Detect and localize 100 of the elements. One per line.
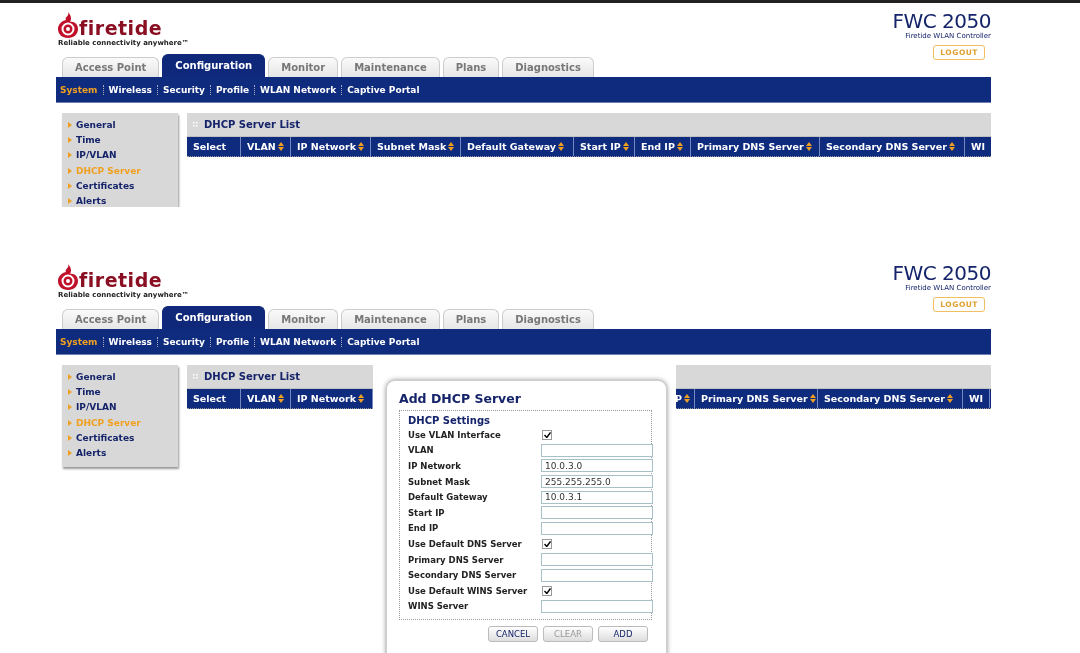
sort-icon [676,142,683,151]
chevron-icon [68,373,72,380]
sort-icon [277,394,284,403]
product-model: FWC 2050 [892,262,991,284]
input-field[interactable] [541,521,653,535]
field-label: Start IP [408,507,446,518]
subnav-link[interactable]: Security [162,84,205,95]
sidebar-item[interactable]: Alerts [76,448,107,459]
subnav-link[interactable]: System [60,84,98,95]
sidebar-item[interactable]: General [76,119,116,130]
list-title: DHCP Server List [204,371,300,382]
sort-icon [946,394,953,403]
field-label: IP Network [408,461,462,471]
sort-icon [948,142,955,151]
checkbox[interactable] [542,538,552,549]
nav-tab[interactable]: Configuration [162,306,266,329]
chevron-icon [68,434,72,441]
dialog-title: Add DHCP Server [399,391,522,406]
nav-tab[interactable]: Access Point [62,309,160,329]
chevron-icon [68,388,72,395]
nav-tab[interactable]: Maintenance [341,57,440,77]
input-field[interactable]: 255.255.255.0 [541,475,653,489]
field-label: End IP [408,523,440,534]
field-label: Primary DNS Server [408,554,505,565]
sort-icon [683,394,690,403]
field-label: VLAN [408,445,435,456]
sort-icon [358,142,365,151]
field-label: Default Gateway [408,492,489,503]
chevron-icon [68,198,72,205]
brand-name: firetide [79,270,163,290]
subnav-link[interactable]: Profile [216,336,250,347]
sort-icon [558,142,565,151]
nav-tab[interactable]: Monitor [268,309,339,329]
action-button[interactable]: CANCEL [488,626,538,643]
nav-tab[interactable]: Configuration [162,54,266,77]
sort-icon [358,394,365,403]
sort-icon [622,142,629,151]
list-title: DHCP Server List [204,119,300,130]
chevron-icon [68,182,72,189]
input-field[interactable]: 10.0.3.1 [541,490,653,504]
grip-icon [193,122,198,127]
nav-tab[interactable]: Plans [442,57,500,77]
input-field[interactable] [541,568,653,582]
input-field[interactable] [541,599,653,613]
flame-logo-icon [58,264,78,290]
sidebar-item[interactable]: Certificates [76,180,135,191]
sidebar-item[interactable]: General [76,371,116,382]
brand-name: firetide [79,18,163,38]
field-label: Secondary DNS Server [408,570,518,581]
sidebar-item[interactable]: Time [76,386,101,397]
field-label: WINS Server [408,601,470,612]
sidebar-item[interactable]: Alerts [76,196,107,207]
subnav-link[interactable]: Profile [216,84,250,95]
chevron-icon [68,167,72,174]
field-label: Use Default DNS Server [408,538,523,549]
subnav-link[interactable]: WLAN Network [260,84,337,95]
chevron-icon [68,450,72,457]
subnav-link[interactable]: Security [162,336,205,347]
chevron-icon [68,136,72,143]
subnav-link[interactable]: WLAN Network [260,336,337,347]
check-icon [543,431,551,438]
subnav-link[interactable]: Captive Portal [347,84,420,95]
chevron-icon [68,404,72,411]
input-field[interactable] [541,443,653,457]
field-label: Use VLAN Interface [408,429,502,440]
sort-icon [809,394,816,403]
input-field[interactable]: 10.0.3.0 [541,459,653,473]
flame-logo-icon [58,12,78,38]
product-model: FWC 2050 [892,10,991,32]
sidebar-item[interactable]: Time [76,134,101,145]
subnav-link[interactable]: Captive Portal [347,336,420,347]
check-icon [543,540,551,547]
chevron-icon [68,121,72,128]
section-title: DHCP Settings [408,414,492,427]
sort-icon [448,142,455,151]
action-button[interactable]: ADD [598,626,648,643]
input-field[interactable] [541,553,653,567]
nav-tab[interactable]: Diagnostics [502,309,594,329]
field-label: Subnet Mask [408,476,471,487]
subnav-link[interactable]: Wireless [108,84,152,95]
subnav-link[interactable]: Wireless [108,336,152,347]
nav-tab[interactable]: Access Point [62,57,160,77]
nav-tab[interactable]: Maintenance [341,309,440,329]
chevron-icon [68,152,72,159]
chevron-icon [68,419,72,426]
input-field[interactable] [541,506,653,520]
checkbox[interactable] [542,429,552,440]
sort-icon [805,142,812,151]
check-icon [543,587,551,594]
nav-tab[interactable]: Monitor [268,57,339,77]
sidebar-item[interactable]: IP/VLAN [76,150,117,161]
checkbox[interactable] [542,585,552,596]
sidebar-item[interactable]: Certificates [76,432,135,443]
sort-icon [277,142,284,151]
nav-tab[interactable]: Diagnostics [502,57,594,77]
subnav-link[interactable]: System [60,336,98,347]
grip-icon [193,374,198,379]
sidebar-item[interactable]: IP/VLAN [76,402,117,413]
nav-tab[interactable]: Plans [442,309,500,329]
field-label: Use Default WINS Server [408,585,529,596]
